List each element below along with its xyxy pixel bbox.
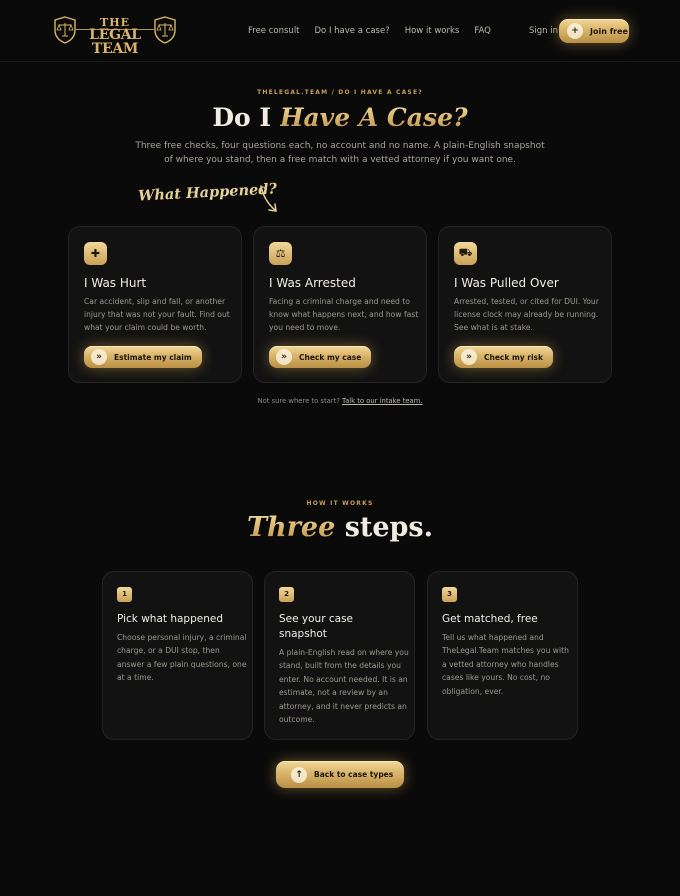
case-title: I Was Arrested	[269, 276, 356, 290]
scales-shield-icon	[54, 16, 76, 44]
back-to-case-types-button[interactable]: ↑ Back to case types	[276, 761, 404, 788]
step-title: Get matched, free	[442, 613, 538, 625]
step-description: Choose personal injury, a criminal charg…	[117, 633, 247, 683]
join-free-label: Join free	[590, 26, 628, 36]
double-chevron-right-icon: »	[461, 349, 477, 365]
case-card-pulled-over[interactable]: ⛟ I Was Pulled Over Arrested, tested, or…	[438, 226, 612, 383]
plus-icon: +	[567, 23, 583, 39]
case-title: I Was Hurt	[84, 276, 147, 290]
page-title: Do I Have A Case?	[0, 103, 680, 132]
back-button-label: Back to case types	[314, 770, 394, 779]
car-icon: ⛟	[454, 242, 477, 265]
nav-links: Free consult Do I have a case? How it wo…	[248, 26, 506, 36]
button-label: Estimate my claim	[114, 352, 192, 362]
step-card-2: 2 See your case snapshot A plain-English…	[264, 571, 415, 740]
nav-link-how-it-works[interactable]: How it works	[405, 26, 460, 36]
check-risk-button[interactable]: » Check my risk	[454, 346, 554, 368]
estimate-claim-button[interactable]: » Estimate my claim	[84, 346, 202, 368]
section-label: HOW IT WORKS	[306, 500, 374, 507]
title-plain: Do I	[212, 103, 272, 132]
section-title: Three steps.	[0, 512, 680, 543]
double-chevron-right-icon: »	[91, 349, 107, 365]
hero-subtitle: Three free checks, four questions each, …	[135, 141, 545, 165]
step-title: Pick what happened	[117, 613, 223, 625]
step-description: Tell us what happened and TheLegal.Team …	[442, 633, 569, 696]
curved-arrow-icon	[260, 185, 277, 212]
step-card-3: 3 Get matched, free Tell us what happene…	[427, 571, 578, 740]
case-description: Car accident, slip and fall, or another …	[84, 297, 230, 332]
case-description: Arrested, tested, or cited for DUI. Your…	[454, 297, 599, 332]
arrow-up-icon: ↑	[291, 766, 307, 783]
case-title: I Was Pulled Over	[454, 276, 559, 290]
sign-in-link[interactable]: Sign in	[529, 26, 558, 36]
step-description: A plain-English read on where you stand,…	[279, 648, 409, 725]
help-line: Not sure where to start? Talk to our int…	[0, 397, 680, 405]
title-italic: Have A Case?	[279, 103, 468, 132]
section-title-plain: steps.	[344, 512, 434, 543]
breadcrumb: THELEGAL.TEAM / DO I HAVE A CASE?	[257, 89, 423, 96]
logo-text-line2: LEGAL TEAM	[89, 27, 141, 57]
step-card-1: 1 Pick what happened Choose personal inj…	[102, 571, 253, 740]
nav-link-faq[interactable]: FAQ	[474, 26, 490, 36]
case-card-hurt[interactable]: ✚ I Was Hurt Car accident, slip and fall…	[68, 226, 242, 383]
step-number: 3	[442, 587, 457, 602]
step-title: See your case snapshot	[279, 613, 354, 640]
step-number: 2	[279, 587, 294, 602]
help-text: Not sure where to start?	[257, 397, 340, 405]
gavel-icon: ⚖	[269, 242, 292, 265]
check-case-button[interactable]: » Check my case	[269, 346, 372, 368]
what-happened-label: What Happened?	[137, 180, 278, 205]
top-nav: THE LEGAL TEAM Free consult Do I have a …	[0, 0, 680, 62]
double-chevron-right-icon: »	[276, 349, 292, 365]
intake-team-link[interactable]: Talk to our intake team.	[342, 397, 422, 405]
step-number: 1	[117, 587, 132, 602]
logo[interactable]: THE LEGAL TEAM	[54, 16, 176, 56]
case-card-arrested[interactable]: ⚖ I Was Arrested Facing a criminal charg…	[253, 226, 427, 383]
scales-shield-icon	[154, 16, 176, 44]
section-title-italic: Three	[246, 512, 336, 543]
nav-link-do-i-have-a-case[interactable]: Do I have a case?	[315, 26, 390, 36]
button-label: Check my case	[299, 352, 362, 362]
nav-link-free-consult[interactable]: Free consult	[248, 26, 300, 36]
medical-cross-icon: ✚	[84, 242, 107, 265]
case-description: Facing a criminal charge and need to kno…	[269, 297, 419, 332]
logo-divider	[76, 29, 154, 30]
join-free-button[interactable]: + Join free	[559, 19, 629, 43]
button-label: Check my risk	[484, 352, 544, 362]
